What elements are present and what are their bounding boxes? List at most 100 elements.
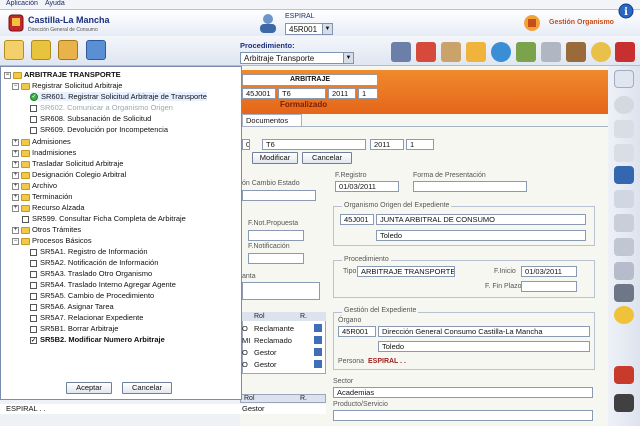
tools-icon[interactable] (541, 42, 561, 62)
menu-ayuda[interactable]: Ayuda (45, 0, 65, 7)
paperclip-icon[interactable] (614, 214, 634, 232)
documents-icon[interactable] (614, 190, 634, 208)
expand-icon[interactable]: + (12, 182, 19, 190)
pencil-icon[interactable] (4, 40, 24, 60)
tree-sra3[interactable]: SR5A3. Traslado Otro Organismo (30, 269, 152, 278)
table-row[interactable]: ESPIRAL . . Gestor (0, 404, 326, 414)
expand-icon[interactable]: + (12, 138, 19, 146)
calculator-icon[interactable] (614, 262, 634, 280)
tree-recurso[interactable]: + Recurso Alzada (12, 203, 85, 212)
forma-presentacion-field[interactable] (413, 181, 527, 192)
producto-field[interactable] (333, 410, 593, 421)
globe-icon[interactable] (491, 42, 511, 62)
modificar-button[interactable]: Modificar (252, 152, 298, 164)
abacus-icon[interactable] (566, 42, 586, 62)
tree-archivo[interactable]: + Archivo (12, 181, 57, 190)
edit-icon[interactable] (314, 324, 322, 332)
tree-designacion[interactable]: + Designación Colegio Arbitral (12, 170, 126, 179)
f-fin-plazo-field[interactable] (521, 281, 577, 292)
tree-sr609[interactable]: SR609. Devolución por Incompetencia (30, 125, 168, 134)
edit-icon[interactable] (314, 348, 322, 356)
search-doc-icon[interactable] (516, 42, 536, 62)
tree-procesos[interactable]: − Procesos Básicos (12, 236, 92, 245)
tree-terminacion[interactable]: + Terminación (12, 192, 72, 201)
lightbulb-icon[interactable] (31, 40, 51, 60)
magnifier-icon[interactable] (614, 70, 634, 88)
tree-trasladar[interactable]: + Trasladar Solicitud Arbitraje (12, 159, 123, 168)
gear-icon[interactable] (591, 42, 611, 62)
checkbox[interactable] (30, 325, 37, 333)
collapse-icon[interactable]: − (4, 71, 11, 79)
form-r1-a[interactable]: 01 (242, 139, 250, 150)
checkbox[interactable] (22, 215, 29, 223)
expand-icon[interactable]: + (12, 193, 19, 201)
tree-srb1[interactable]: SR5B1. Borrar Arbitraje (30, 324, 118, 333)
expand-icon[interactable]: + (12, 204, 19, 212)
checkbox[interactable] (30, 303, 37, 311)
document-icon[interactable] (614, 120, 634, 138)
tree-sra2[interactable]: SR5A2. Notificación de Información (30, 258, 158, 267)
info-icon[interactable]: i (618, 3, 634, 19)
sector-field[interactable]: Academias (333, 387, 593, 398)
expand-icon[interactable]: + (12, 160, 19, 168)
tree-sra1[interactable]: SR5A1. Registro de Información (30, 247, 148, 256)
exit-icon[interactable] (615, 42, 635, 62)
folder-icon[interactable] (58, 40, 78, 60)
user-code-select[interactable]: 45R001 ▼ (285, 23, 333, 35)
exit-door-icon[interactable] (614, 394, 634, 412)
form-r1-b[interactable]: T6 (262, 139, 366, 150)
books-icon[interactable] (416, 42, 436, 62)
tree-sra5[interactable]: SR5A5. Cambio de Procedimiento (30, 291, 154, 300)
f-registro-field[interactable]: 01/03/2011 (335, 181, 399, 192)
expand-icon[interactable]: + (12, 226, 19, 234)
f-notificacion-field[interactable] (248, 253, 304, 264)
form-r1-d[interactable]: 1 (406, 139, 434, 150)
tree-sra7[interactable]: SR5A7. Relacionar Expediente (30, 313, 143, 322)
menu-aplicacion[interactable]: Aplicación (6, 0, 38, 7)
checkbox[interactable] (30, 259, 37, 267)
form-r1-c[interactable]: 2011 (370, 139, 404, 150)
checkbox[interactable] (30, 281, 37, 289)
printer-icon[interactable] (391, 42, 411, 62)
checkbox[interactable] (30, 314, 37, 322)
tree-srb2[interactable]: ✓ SR5B2. Modificar Numero Arbitraje (30, 335, 165, 344)
anta-textarea[interactable] (242, 282, 320, 300)
edit-icon[interactable] (314, 360, 322, 368)
f-not-propuesta-field[interactable] (248, 230, 304, 241)
save-icon[interactable] (614, 166, 634, 184)
tab-documentos[interactable]: Documentos (242, 114, 302, 126)
settings-icon[interactable] (614, 306, 634, 324)
tree-sr608[interactable]: SR608. Subsanación de Solicitud (30, 114, 151, 123)
tree-admisiones[interactable]: + Admisiones (12, 137, 71, 146)
archive-icon[interactable] (441, 42, 461, 62)
checkbox[interactable] (30, 248, 37, 256)
checkbox[interactable] (30, 126, 37, 134)
print-icon[interactable] (614, 284, 634, 302)
collapse-icon[interactable]: − (12, 82, 19, 90)
tree-root[interactable]: − ARBITRAJE TRANSPORTE (4, 70, 121, 79)
tree-sr599[interactable]: SR599. Consultar Ficha Completa de Arbit… (22, 214, 186, 223)
tree-inadmisiones[interactable]: + Inadmisiones (12, 148, 76, 157)
aceptar-button[interactable]: Aceptar (66, 382, 112, 394)
checkbox[interactable] (30, 270, 37, 278)
stamp-icon[interactable] (466, 42, 486, 62)
checkbox-checked[interactable]: ✓ (30, 336, 37, 344)
expand-icon[interactable]: + (12, 171, 19, 179)
procedimiento-select[interactable]: Arbitraje Transporte ▼ (240, 52, 354, 64)
cancelar-form-button[interactable]: Cancelar (302, 152, 352, 164)
checkbox[interactable] (30, 292, 37, 300)
back-icon[interactable] (614, 96, 634, 114)
tools-close-icon[interactable] (614, 366, 634, 384)
tree-sra6[interactable]: SR5A6. Asignar Tarea (30, 302, 114, 311)
tree-sr601[interactable]: ✓ SR601. Registrar Solicitud Arbitraje de… (30, 92, 207, 102)
expand-icon[interactable]: + (12, 149, 19, 157)
tree-sra4[interactable]: SR5A4. Traslado Interno Agregar Agente (30, 280, 176, 289)
tree-otros[interactable]: + Otros Trámites (12, 225, 81, 234)
f-inicio-field[interactable]: 01/03/2011 (521, 266, 577, 277)
checkbox[interactable] (30, 115, 37, 123)
edit-icon[interactable] (314, 336, 322, 344)
collapse-icon[interactable]: − (12, 237, 19, 245)
cambio-estado-field[interactable] (242, 190, 316, 201)
scanner-icon[interactable] (614, 238, 634, 256)
copy-icon[interactable] (614, 144, 634, 162)
